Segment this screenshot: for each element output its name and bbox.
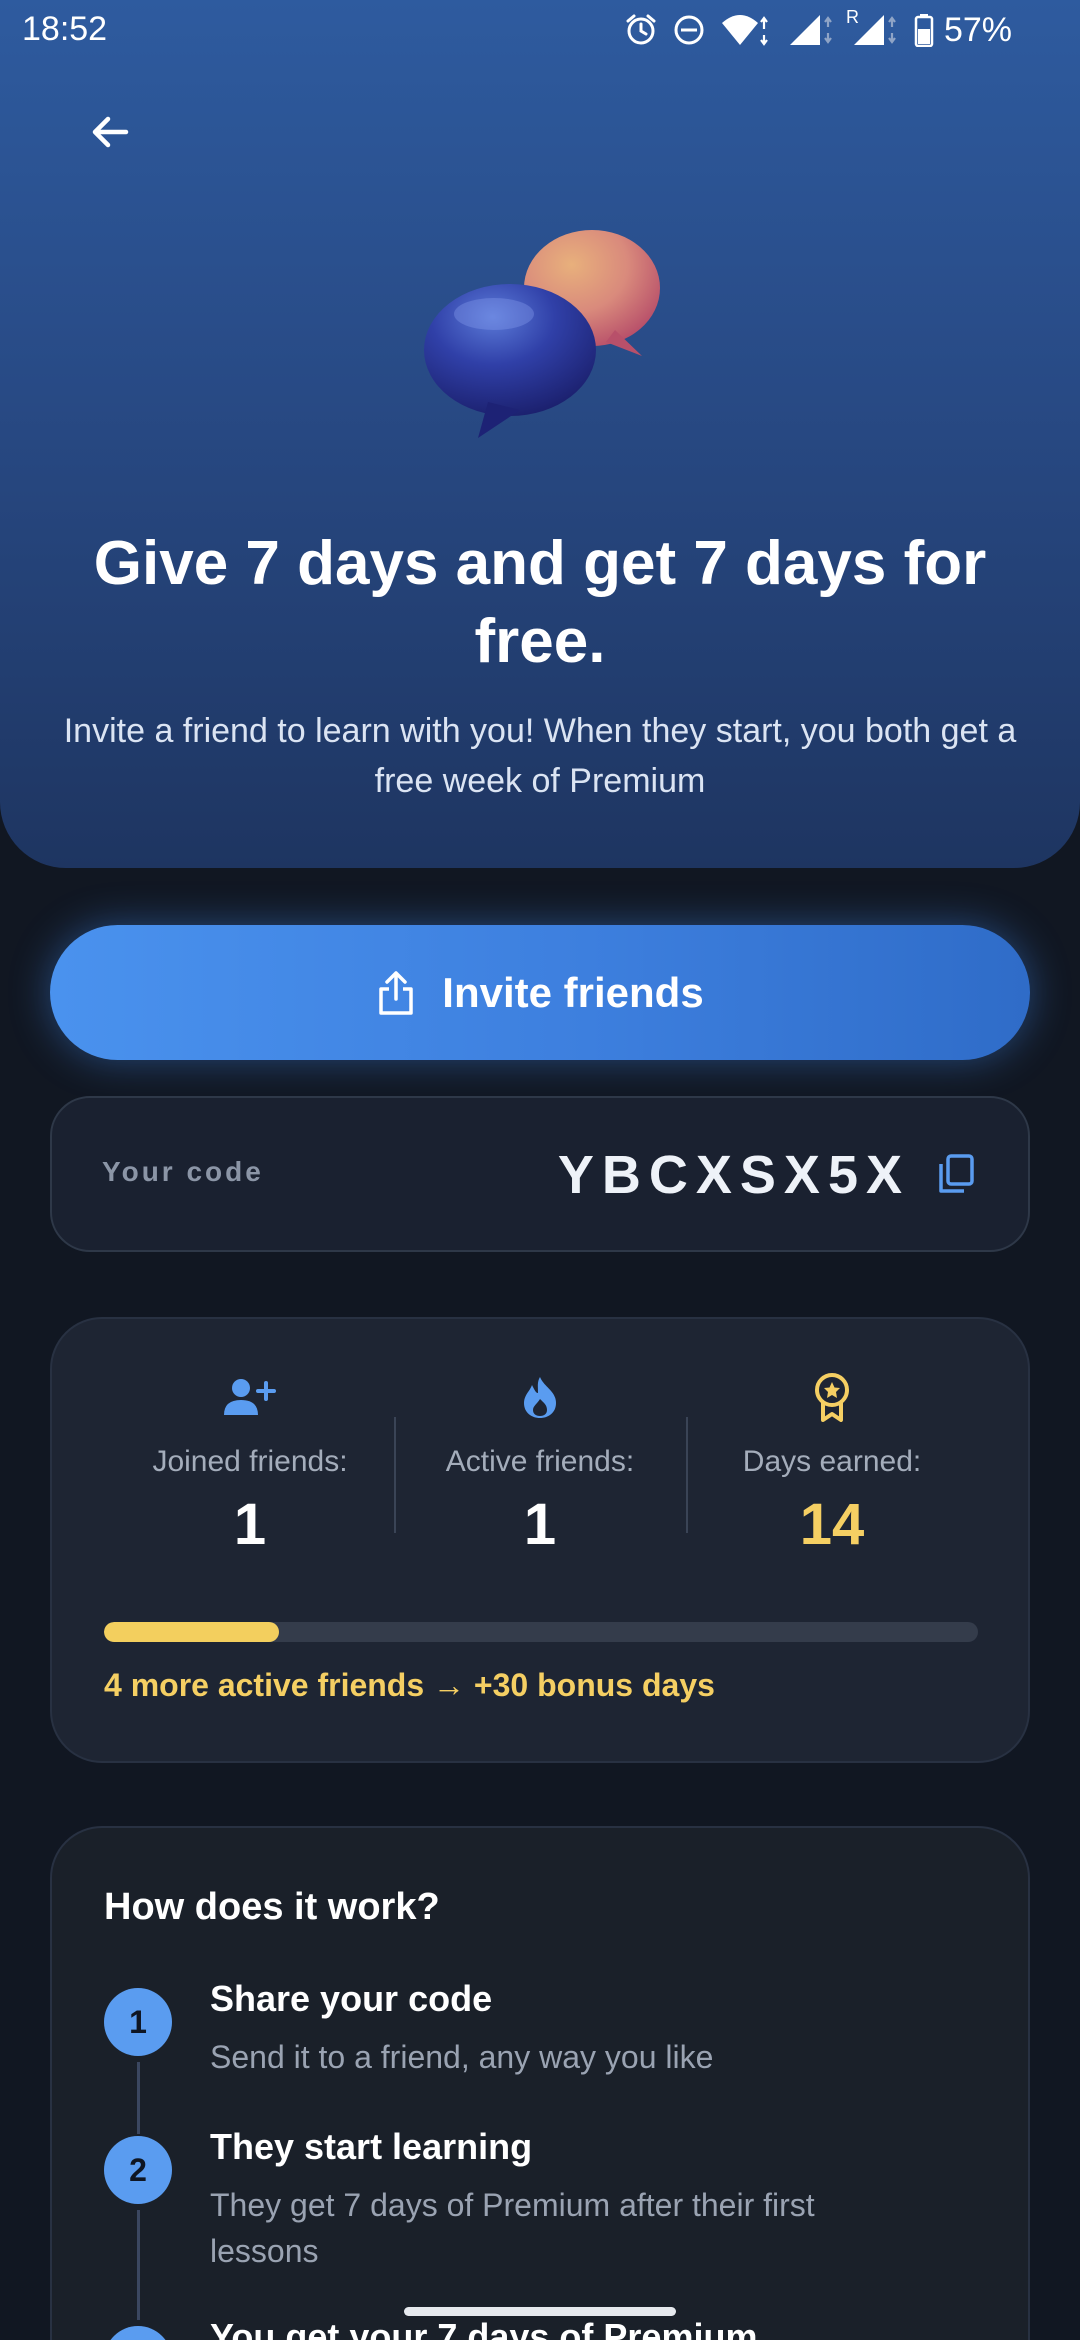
status-time: 18:52 xyxy=(22,10,108,48)
hero-subtitle: Invite a friend to learn with you! When … xyxy=(63,712,1017,800)
code-label: Your code xyxy=(102,1156,264,1187)
battery-icon xyxy=(914,13,934,47)
flame-icon xyxy=(524,1377,556,1418)
bonus-progress-text: 4 more active friends → +30 bonus days xyxy=(104,1667,715,1703)
share-icon xyxy=(379,970,414,1015)
stat-value: 14 xyxy=(799,1492,865,1557)
hero-title: Give 7 days and get 7 days for free. xyxy=(93,529,987,676)
step-connector xyxy=(137,2210,140,2320)
stat-label: Days earned: xyxy=(742,1445,922,1478)
bonus-progress-fill xyxy=(104,1622,279,1642)
award-badge-icon xyxy=(815,1373,849,1422)
stat-value: 1 xyxy=(233,1492,267,1557)
step-number: 2 xyxy=(104,2136,172,2204)
battery-percentage: 57% xyxy=(943,10,1012,49)
hero-panel: 18:52 R 57% Give 7 days and get 7 days f… xyxy=(0,0,1080,868)
invite-friends-button[interactable]: Invite friends xyxy=(50,925,1030,1060)
bonus-progress-bar xyxy=(104,1622,978,1642)
referral-screen: 18:52 R 57% Give 7 days and get 7 days f… xyxy=(0,0,1080,2340)
step-title: Share your code xyxy=(210,1978,493,2019)
do-not-disturb-icon xyxy=(672,13,706,47)
copy-icon xyxy=(939,1154,974,1193)
step-item: 1 Share your code Send it to a friend, a… xyxy=(104,1978,984,2134)
chat-bubbles-illustration xyxy=(410,210,690,450)
how-it-works-title: How does it work? xyxy=(104,1886,440,1928)
referral-code-value[interactable]: YBCXSX5X xyxy=(558,1144,910,1206)
copy-code-button[interactable] xyxy=(932,1150,980,1198)
back-button[interactable] xyxy=(78,100,142,164)
stat-value: 1 xyxy=(523,1492,557,1557)
stat-active-friends: Active friends: 1 xyxy=(394,1369,686,1558)
stat-joined-friends: Joined friends: 1 xyxy=(104,1369,396,1558)
step-title: You get your 7 days of Premium xyxy=(210,2316,758,2340)
signal-icon xyxy=(786,13,836,47)
step-item: 2 They start learning They get 7 days of… xyxy=(104,2126,984,2326)
step-number: 1 xyxy=(104,1988,172,2056)
arrow-left-icon xyxy=(92,116,129,148)
step-description: They get 7 days of Premium after their f… xyxy=(210,2187,815,2269)
referral-stats-card: Joined friends: 1 Active friends: 1 Days… xyxy=(50,1317,1030,1763)
step-title: They start learning xyxy=(210,2126,533,2167)
step-number: 3 xyxy=(104,2326,172,2340)
roaming-indicator: R xyxy=(845,7,859,27)
status-bar: 18:52 R 57% xyxy=(0,0,1080,62)
step-description: Send it to a friend, any way you like xyxy=(210,2039,714,2075)
status-icons: R 57% xyxy=(624,7,1012,52)
referral-code-card: Your code YBCXSX5X xyxy=(50,1096,1030,1252)
stat-label: Joined friends: xyxy=(152,1445,348,1478)
home-indicator[interactable] xyxy=(404,2307,676,2316)
invite-friends-label: Invite friends xyxy=(442,968,704,1016)
stat-days-earned: Days earned: 14 xyxy=(686,1369,978,1558)
how-it-works-card: How does it work? 1 Share your code Send… xyxy=(50,1826,1030,2340)
wifi-icon xyxy=(720,13,772,47)
stat-label: Active friends: xyxy=(445,1445,635,1478)
add-user-icon xyxy=(224,1379,276,1415)
alarm-icon xyxy=(624,13,658,47)
step-item: 3 You get your 7 days of Premium xyxy=(104,2316,984,2340)
signal-roaming-icon: R xyxy=(846,7,900,47)
step-connector xyxy=(137,2062,140,2134)
